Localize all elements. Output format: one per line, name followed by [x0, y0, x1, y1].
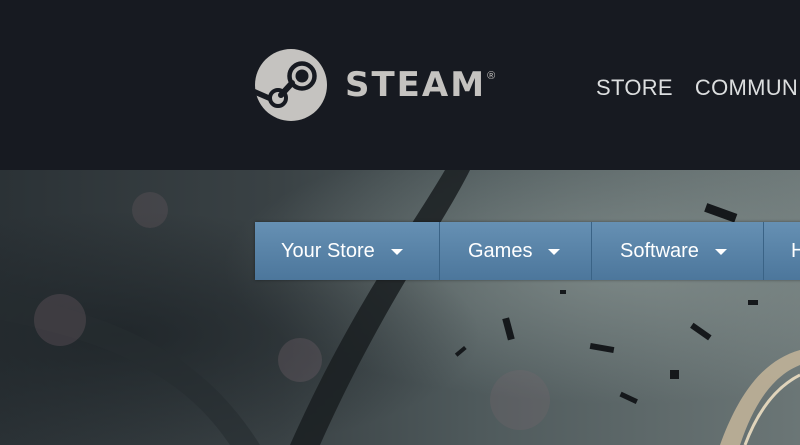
global-nav-store[interactable]: STORE: [596, 74, 673, 102]
chevron-down-icon: [714, 249, 727, 255]
global-header: STEAM ® STORE COMMUNITY: [0, 0, 800, 170]
steam-logo-icon: [255, 49, 327, 121]
tab-software[interactable]: Software: [592, 222, 764, 280]
steam-store-page: STEAM ® STORE COMMUNITY: [0, 0, 800, 445]
steam-logo[interactable]: STEAM ®: [255, 48, 495, 122]
chevron-down-icon: [390, 249, 403, 255]
store-nav-bar: Your Store Games Software Hardware: [255, 222, 800, 280]
registered-mark: ®: [487, 70, 496, 82]
global-nav: STORE COMMUNITY: [596, 74, 800, 102]
tab-label: Your Store: [281, 240, 375, 262]
tab-label: Games: [468, 240, 533, 262]
tab-your-store[interactable]: Your Store: [255, 222, 440, 280]
chevron-down-icon: [548, 249, 561, 255]
tab-label: Hardware: [791, 240, 800, 262]
tab-label: Software: [620, 240, 699, 262]
global-nav-community[interactable]: COMMUNITY: [695, 74, 800, 102]
tab-games[interactable]: Games: [440, 222, 592, 280]
hero-banner: [0, 170, 800, 445]
tab-hardware[interactable]: Hardware: [764, 222, 800, 280]
hero-artwork: [0, 170, 800, 445]
steam-logo-text: STEAM: [345, 65, 487, 105]
